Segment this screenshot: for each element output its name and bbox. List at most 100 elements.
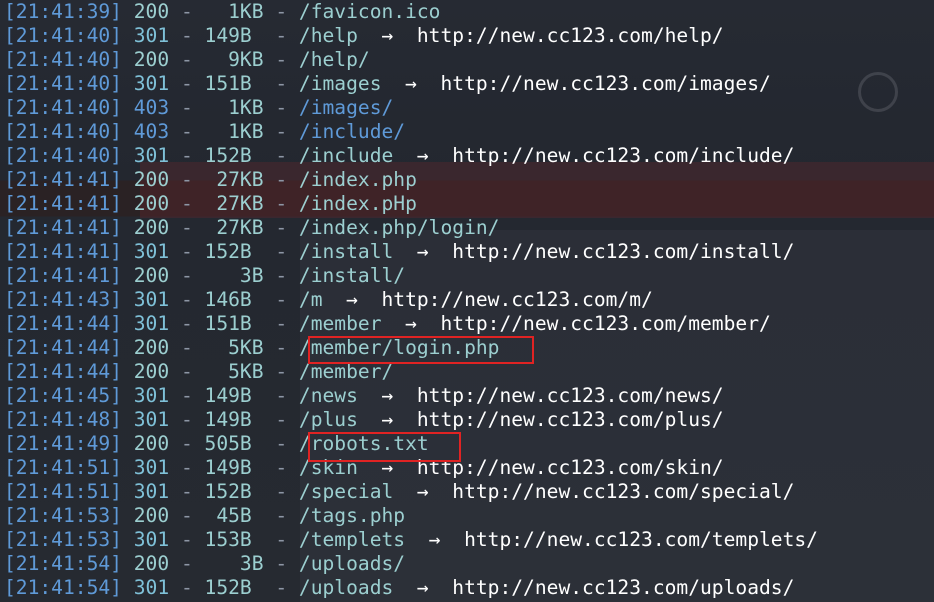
log-timestamp: [21:41:54] [4, 576, 122, 599]
log-size: 3B [204, 264, 264, 287]
log-size: 27KB [204, 168, 264, 191]
redirect-arrow-icon: → [381, 408, 394, 431]
log-timestamp: [21:41:40] [4, 72, 122, 95]
log-redirect-target: http://new.cc123.com/install/ [452, 240, 795, 263]
log-path: /templets [298, 528, 406, 551]
log-status-code: 403 [133, 96, 170, 119]
log-timestamp: [21:41:40] [4, 120, 122, 143]
phone-icon [858, 72, 898, 112]
log-timestamp: [21:41:49] [4, 432, 122, 455]
log-status-code: 301 [133, 528, 170, 551]
log-line: [21:41:45] 301 - 149B - /news → http://n… [4, 384, 724, 407]
log-status-code: 200 [133, 504, 170, 527]
log-size: 149B [204, 456, 264, 479]
log-timestamp: [21:41:40] [4, 48, 122, 71]
log-size: 151B [204, 72, 264, 95]
log-line: [21:41:44] 200 - 5KB - /member/ [4, 360, 394, 383]
log-path: /install/ [298, 264, 406, 287]
log-line: [21:41:39] 200 - 1KB - /favicon.ico [4, 0, 441, 23]
log-line: [21:41:41] 200 - 3B - /install/ [4, 264, 406, 287]
log-path: /images [298, 72, 382, 95]
log-status-code: 200 [133, 192, 170, 215]
log-path: /plus [298, 408, 358, 431]
log-path: /news [298, 384, 358, 407]
log-line: [21:41:43] 301 - 146B - /m → http://new.… [4, 288, 653, 311]
log-size: 152B [204, 144, 264, 167]
log-size: 27KB [204, 192, 264, 215]
log-line: [21:41:53] 301 - 153B - /templets → http… [4, 528, 818, 551]
log-path: /favicon.ico [298, 0, 441, 23]
log-path: /index.php [298, 168, 417, 191]
log-line: [21:41:41] 200 - 27KB - /index.pHp [4, 192, 417, 215]
log-status-code: 200 [133, 432, 170, 455]
log-path: /special [298, 480, 394, 503]
log-path: /uploads/ [298, 552, 406, 575]
log-size: 27KB [204, 216, 264, 239]
log-status-code: 200 [133, 0, 170, 23]
redirect-arrow-icon: → [416, 144, 429, 167]
log-status-code: 403 [133, 120, 170, 143]
log-timestamp: [21:41:41] [4, 216, 122, 239]
log-path: /skin [298, 456, 358, 479]
log-path: /index.pHp [298, 192, 417, 215]
log-redirect-target: http://new.cc123.com/special/ [452, 480, 795, 503]
log-redirect-target: http://new.cc123.com/include/ [452, 144, 795, 167]
log-line: [21:41:40] 301 - 151B - /images → http:/… [4, 72, 771, 95]
log-size: 152B [204, 240, 264, 263]
redirect-arrow-icon: → [405, 312, 417, 335]
log-path: /images/ [298, 96, 394, 119]
log-status-code: 301 [133, 24, 170, 47]
log-status-code: 301 [133, 240, 170, 263]
log-size: 152B [204, 480, 264, 503]
log-size: 149B [204, 408, 264, 431]
log-size: 45B [204, 504, 264, 527]
log-line: [21:41:53] 200 - 45B - /tags.php [4, 504, 406, 527]
log-redirect-target: http://new.cc123.com/news/ [416, 384, 724, 407]
log-size: 1KB [204, 0, 264, 23]
redirect-arrow-icon: → [405, 72, 417, 95]
log-line: [21:41:41] 200 - 27KB - /index.php/login… [4, 216, 500, 239]
log-line: [21:41:48] 301 - 149B - /plus → http://n… [4, 408, 724, 431]
log-status-code: 301 [133, 72, 170, 95]
log-status-code: 200 [133, 216, 170, 239]
log-redirect-target: http://new.cc123.com/plus/ [416, 408, 724, 431]
log-timestamp: [21:41:40] [4, 96, 122, 119]
redirect-arrow-icon: → [416, 240, 429, 263]
log-size: 146B [204, 288, 264, 311]
log-path: /include/ [298, 120, 406, 143]
log-status-code: 301 [133, 312, 170, 335]
log-timestamp: [21:41:53] [4, 504, 122, 527]
log-path: /help [298, 24, 358, 47]
log-status-code: 200 [133, 360, 170, 383]
log-line: [21:41:44] 200 - 5KB - /member/login.php [4, 336, 500, 359]
log-redirect-target: http://new.cc123.com/member/ [440, 312, 771, 335]
log-status-code: 301 [133, 480, 170, 503]
log-status-code: 200 [133, 552, 170, 575]
log-timestamp: [21:41:51] [4, 456, 122, 479]
log-line: [21:41:41] 200 - 27KB - /index.php [4, 168, 417, 191]
log-size: 505B [204, 432, 264, 455]
log-status-code: 301 [133, 408, 170, 431]
redirect-arrow-icon: → [416, 576, 429, 599]
log-line: [21:41:44] 301 - 151B - /member → http:/… [4, 312, 771, 335]
log-status-code: 301 [133, 384, 170, 407]
redirect-arrow-icon: → [416, 480, 429, 503]
terminal-window[interactable]: [21:41:39] 200 - 1KB - /favicon.ico [21:4… [0, 0, 934, 602]
log-timestamp: [21:41:41] [4, 240, 122, 263]
log-status-code: 301 [133, 576, 170, 599]
log-status-code: 200 [133, 168, 170, 191]
log-timestamp: [21:41:53] [4, 528, 122, 551]
log-size: 5KB [204, 336, 264, 359]
log-redirect-target: http://new.cc123.com/images/ [440, 72, 771, 95]
log-timestamp: [21:41:41] [4, 264, 122, 287]
log-status-code: 301 [133, 144, 170, 167]
log-line: [21:41:40] 301 - 152B - /include → http:… [4, 144, 795, 167]
log-status-code: 301 [133, 288, 170, 311]
log-timestamp: [21:41:44] [4, 360, 122, 383]
log-timestamp: [21:41:40] [4, 144, 122, 167]
redirect-arrow-icon: → [381, 24, 394, 47]
log-size: 1KB [204, 120, 264, 143]
log-status-code: 200 [133, 336, 170, 359]
log-timestamp: [21:41:51] [4, 480, 122, 503]
log-redirect-target: http://new.cc123.com/templets/ [464, 528, 818, 551]
